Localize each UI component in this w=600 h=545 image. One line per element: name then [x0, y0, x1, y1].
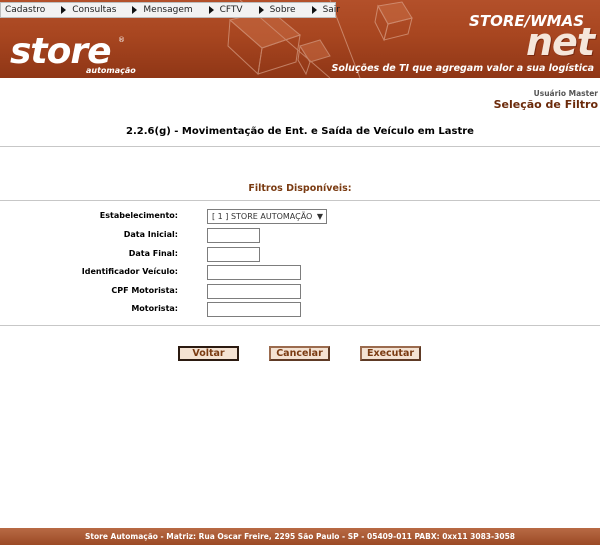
triangle-right-icon: [311, 6, 317, 14]
filter-row-motorista: Motorista:: [0, 302, 600, 318]
page-title: 2.2.6(g) - Movimentação de Ent. e Saída …: [126, 126, 474, 137]
triangle-right-icon: [132, 6, 138, 14]
user-name: Usuário Master: [533, 89, 598, 98]
filter-row-data-final: Data Final:: [0, 247, 600, 263]
registered-mark: ®: [118, 36, 125, 44]
field-label: CPF Motorista:: [111, 286, 178, 295]
tagline: Soluções de TI que agregam valor a sua l…: [331, 63, 594, 74]
field-label: Motorista:: [131, 304, 178, 313]
field-label: Identificador Veículo:: [81, 267, 178, 276]
main-menu-bar: Cadastro Consultas Mensagem CFTV Sobre S…: [0, 2, 340, 18]
data-inicial-input[interactable]: [207, 228, 260, 243]
triangle-right-icon: [258, 6, 264, 14]
field-label: Data Inicial:: [123, 230, 178, 239]
divider: [0, 146, 600, 147]
field-label: Data Final:: [128, 249, 178, 258]
page-section: Seleção de Filtro: [493, 98, 598, 111]
menu-label: CFTV: [219, 5, 243, 15]
filters-heading: Filtros Disponíveis:: [248, 183, 352, 194]
divider: [0, 325, 600, 326]
voltar-button[interactable]: Voltar: [178, 346, 239, 361]
store-logo: store ® automação: [10, 31, 136, 76]
menu-label: Sobre: [269, 5, 296, 15]
filter-row-identificador: Identificador Veículo:: [0, 265, 600, 281]
menu-label: Cadastro: [5, 5, 46, 15]
product-suffix: net: [526, 20, 595, 64]
menu-mensagem[interactable]: Mensagem: [139, 3, 215, 17]
menu-consultas[interactable]: Consultas: [68, 3, 139, 17]
estabelecimento-select[interactable]: [ 1 ] STORE AUTOMAÇÃO ▼: [207, 209, 327, 224]
menu-label: Mensagem: [143, 5, 193, 15]
menu-sair[interactable]: Sair: [319, 3, 340, 17]
executar-button[interactable]: Executar: [360, 346, 421, 361]
identificador-veiculo-input[interactable]: [207, 265, 301, 280]
logo-subtext: automação: [86, 66, 136, 75]
cancelar-button[interactable]: Cancelar: [269, 346, 330, 361]
motorista-input[interactable]: [207, 302, 301, 317]
menu-label: Sair: [322, 5, 341, 15]
filter-row-cpf: CPF Motorista:: [0, 284, 600, 300]
field-label: Estabelecimento:: [99, 211, 178, 220]
menu-cftv[interactable]: CFTV: [216, 3, 266, 17]
logo-text: store: [10, 31, 112, 72]
page-footer: Store Automação - Matriz: Rua Oscar Frei…: [0, 528, 600, 545]
menu-label: Consultas: [72, 5, 117, 15]
triangle-right-icon: [61, 6, 67, 14]
menu-cadastro[interactable]: Cadastro: [1, 3, 68, 17]
select-value: [ 1 ] STORE AUTOMAÇÃO: [212, 212, 313, 221]
chevron-down-icon: ▼: [316, 212, 323, 221]
triangle-right-icon: [208, 6, 214, 14]
filter-row-data-inicial: Data Inicial:: [0, 228, 600, 244]
menu-sobre[interactable]: Sobre: [266, 3, 319, 17]
filter-row-estabelecimento: Estabelecimento: [ 1 ] STORE AUTOMAÇÃO ▼: [0, 209, 600, 225]
data-final-input[interactable]: [207, 247, 260, 262]
page-header: Cadastro Consultas Mensagem CFTV Sobre S…: [0, 0, 600, 78]
cpf-motorista-input[interactable]: [207, 284, 301, 299]
divider: [0, 200, 600, 201]
